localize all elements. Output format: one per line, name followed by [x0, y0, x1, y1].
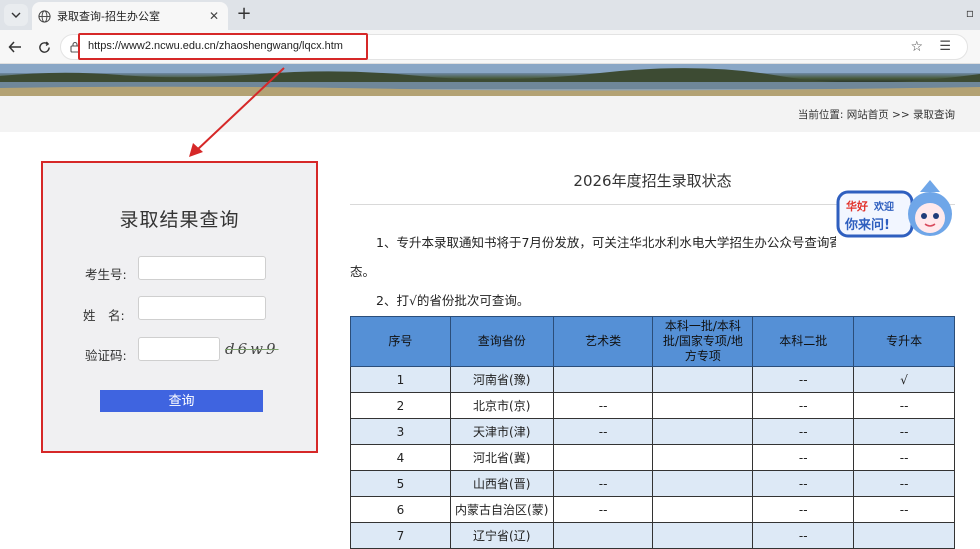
cell-first-batch — [652, 418, 754, 445]
captcha-image[interactable]: d6w9 — [225, 340, 279, 358]
col-header-index: 序号 — [350, 316, 451, 367]
cell-first-batch — [652, 470, 754, 497]
breadcrumb-bar: 当前位置: 网站首页 >> 录取查询 — [0, 96, 980, 132]
lake-scenery-image — [0, 64, 980, 96]
minimize-window-icon[interactable]: ▫ — [966, 6, 974, 20]
cell-upgrade: -- — [853, 392, 955, 419]
admission-status-table: 序号 查询省份 艺术类 本科一批/本科批/国家专项/地方专项 本科二批 专升本 … — [350, 316, 955, 549]
new-tab-button[interactable]: + — [234, 4, 254, 24]
cell-index: 3 — [350, 418, 451, 445]
cell-arts — [552, 444, 654, 471]
mascot-image: 华好 欢迎 你来问! — [836, 180, 952, 238]
bookmark-star-icon[interactable]: ☆ — [910, 39, 923, 55]
cell-province: 河南省(豫) — [449, 366, 554, 393]
col-header-province: 查询省份 — [449, 316, 554, 367]
cell-second-batch: -- — [752, 470, 855, 497]
cell-upgrade: -- — [853, 444, 955, 471]
cell-arts: -- — [552, 418, 654, 445]
reload-button[interactable] — [33, 36, 55, 58]
arrow-left-icon — [8, 41, 21, 53]
notice-paragraph-2: 2、打√的省份批次可查询。 — [376, 293, 530, 308]
cell-index: 4 — [350, 444, 451, 471]
svg-text:你来问!: 你来问! — [844, 217, 890, 233]
cell-index: 5 — [350, 470, 451, 497]
cell-first-batch — [652, 392, 754, 419]
table-header-row: 序号 查询省份 艺术类 本科一批/本科批/国家专项/地方专项 本科二批 专升本 — [350, 316, 955, 367]
cell-upgrade: -- — [853, 418, 955, 445]
cell-second-batch: -- — [752, 418, 855, 445]
header-banner-image — [0, 64, 980, 96]
table-row: 1 河南省(豫) -- √ — [350, 366, 955, 393]
query-button[interactable]: 查询 — [100, 390, 263, 412]
exam-number-label: 考生号: — [85, 267, 127, 282]
globe-icon — [38, 9, 51, 23]
close-tab-icon[interactable]: ✕ — [206, 9, 222, 23]
cell-index: 6 — [350, 496, 451, 523]
cell-arts: -- — [552, 496, 654, 523]
cell-upgrade: -- — [853, 496, 955, 523]
cell-province: 北京市(京) — [449, 392, 554, 419]
cell-first-batch — [652, 366, 754, 393]
tab-bar: 录取查询-招生办公室 ✕ + ▫ — [0, 0, 980, 30]
cell-second-batch: -- — [752, 444, 855, 471]
cell-first-batch — [652, 496, 754, 523]
favorites-icon[interactable]: ☰ — [939, 39, 951, 54]
captcha-input[interactable] — [138, 337, 220, 361]
col-header-arts: 艺术类 — [552, 316, 654, 367]
col-header-first-batch: 本科一批/本科批/国家专项/地方专项 — [652, 316, 754, 367]
browser-tab[interactable]: 录取查询-招生办公室 ✕ — [32, 2, 228, 30]
svg-text:欢迎: 欢迎 — [873, 200, 894, 213]
notice-paragraph-1-continued: 态。 — [350, 264, 376, 279]
name-input[interactable] — [138, 296, 266, 320]
cell-province: 天津市(津) — [449, 418, 554, 445]
col-header-upgrade: 专升本 — [853, 316, 955, 367]
table-row: 6 内蒙古自治区(蒙) -- -- -- — [350, 496, 955, 523]
cell-second-batch: -- — [752, 392, 855, 419]
mascot-chat-widget[interactable]: 华好 欢迎 你来问! — [836, 174, 956, 246]
back-button[interactable] — [4, 36, 26, 58]
table-row: 2 北京市(京) -- -- -- — [350, 392, 955, 419]
cell-arts: -- — [552, 392, 654, 419]
reload-icon — [38, 40, 50, 53]
exam-number-input[interactable] — [138, 256, 266, 280]
col-header-second-batch: 本科二批 — [752, 316, 855, 367]
cell-first-batch — [652, 444, 754, 471]
form-title: 录取结果查询 — [119, 209, 240, 231]
cell-index: 2 — [350, 392, 451, 419]
cell-second-batch: -- — [752, 366, 855, 393]
svg-text:华好: 华好 — [846, 199, 868, 213]
tab-list-button[interactable] — [4, 4, 28, 26]
tab-title: 录取查询-招生办公室 — [57, 10, 160, 23]
chevron-down-icon — [11, 12, 21, 18]
table-row: 3 天津市(津) -- -- -- — [350, 418, 955, 445]
cell-arts: -- — [552, 470, 654, 497]
url-annotation-box — [78, 33, 368, 60]
cell-upgrade[interactable]: √ — [853, 366, 955, 393]
table-row: 5 山西省(晋) -- -- -- — [350, 470, 955, 497]
cell-arts — [552, 366, 654, 393]
admission-query-form: 录取结果查询 考生号: 姓 名: 验证码: d6w9 查询 — [41, 161, 318, 453]
name-label: 姓 名: — [83, 308, 125, 323]
cell-province: 山西省(晋) — [449, 470, 554, 497]
cell-upgrade: -- — [853, 470, 955, 497]
cell-province: 河北省(冀) — [449, 444, 554, 471]
captcha-label: 验证码: — [85, 348, 127, 363]
breadcrumb: 当前位置: 网站首页 >> 录取查询 — [797, 109, 955, 121]
cell-second-batch: -- — [752, 496, 855, 523]
notice-paragraph-1: 1、专升本录取通知书将于7月份发放，可关注华北水利水电大学招生办公众号查询寄出情… — [376, 235, 836, 250]
cell-index: 1 — [350, 366, 451, 393]
cell-province: 内蒙古自治区(蒙) — [449, 496, 554, 523]
table-row: 4 河北省(冀) -- -- — [350, 444, 955, 471]
